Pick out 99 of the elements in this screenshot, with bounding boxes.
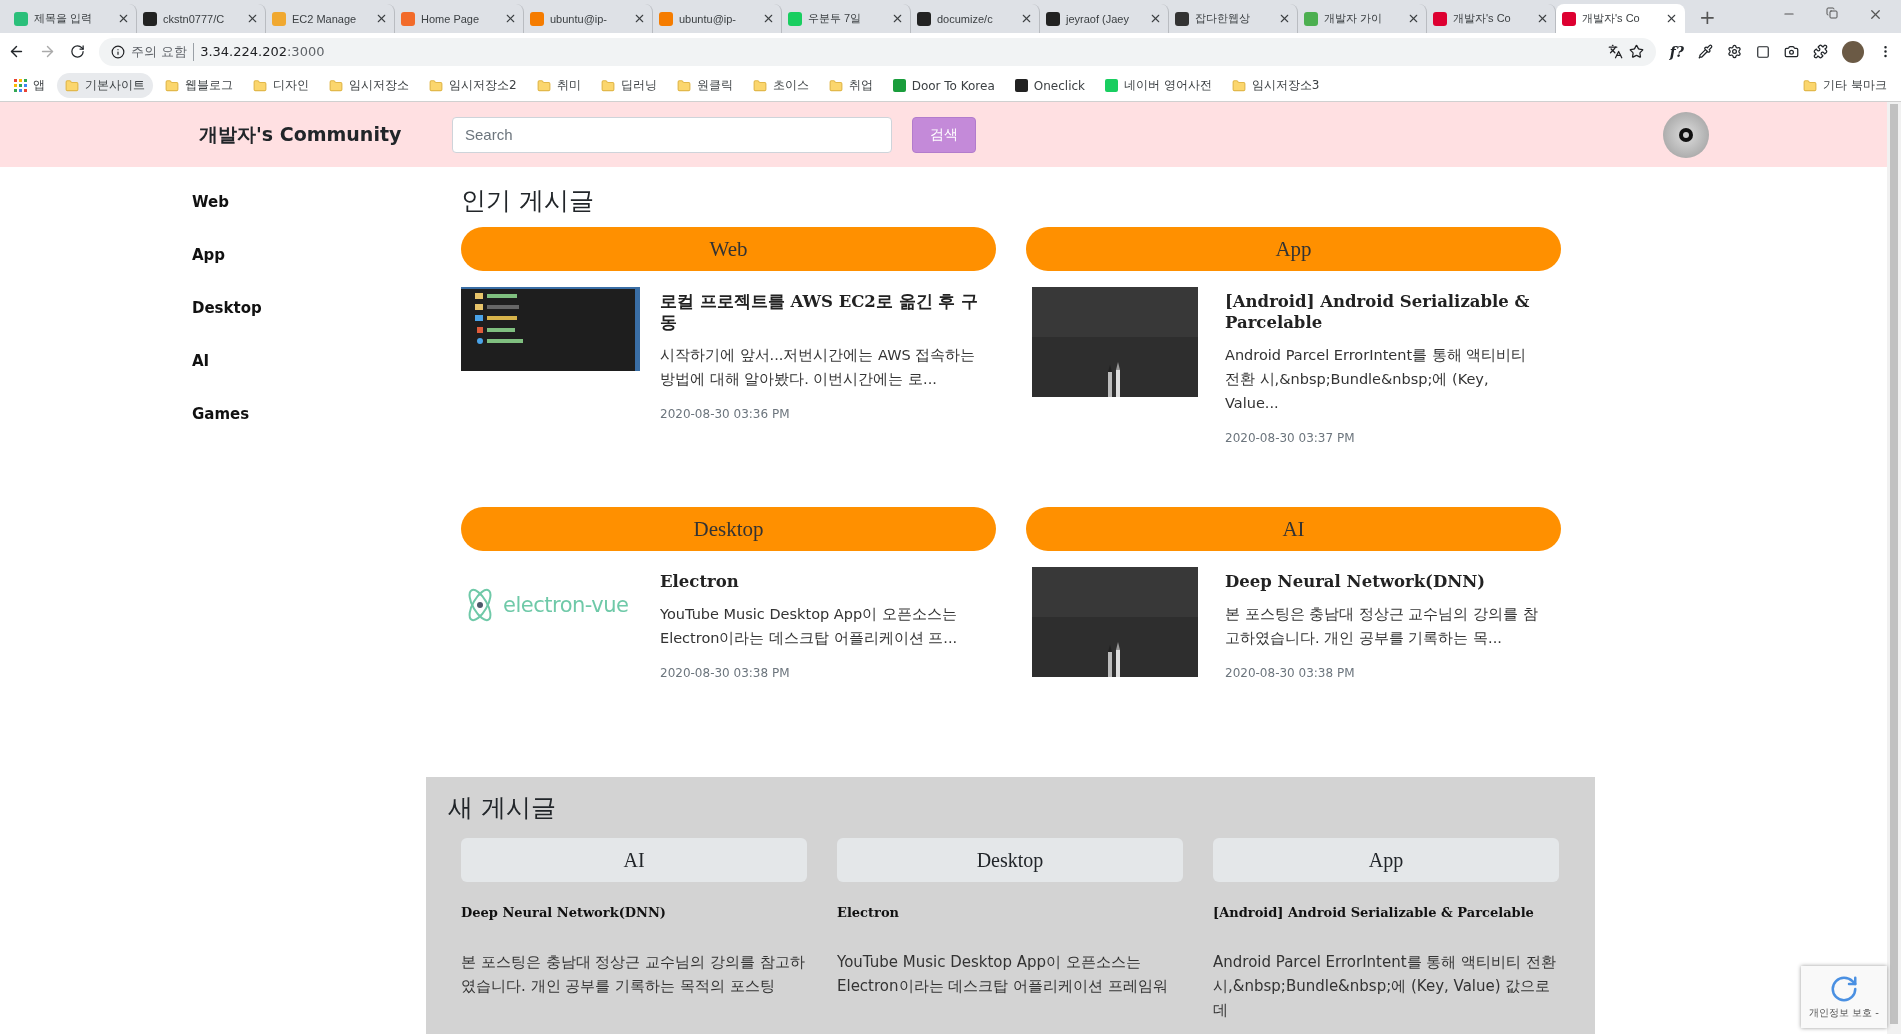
info-icon — [111, 44, 125, 59]
address-bar[interactable]: 주의 요함 3.34.224.202:3000 — [99, 37, 1656, 66]
apps-icon — [14, 79, 27, 92]
bookmark[interactable]: 딥러닝 — [592, 73, 665, 98]
post-title[interactable]: [Android] Android Serializable & Parcelable — [1225, 291, 1545, 333]
restore-icon[interactable] — [1826, 7, 1838, 19]
close-icon[interactable] — [1868, 7, 1883, 22]
camera-icon[interactable] — [1784, 44, 1799, 59]
post-title[interactable]: Deep Neural Network(DNN) — [1225, 571, 1545, 592]
category-header: Web — [461, 227, 996, 271]
star-icon[interactable] — [1628, 44, 1644, 59]
extension-button[interactable]: f? — [1669, 43, 1684, 60]
folder-icon — [1803, 78, 1818, 93]
folder-icon — [165, 78, 179, 93]
bookmark[interactable]: 앱 — [6, 73, 53, 98]
bookmark[interactable]: 초이스 — [744, 73, 817, 98]
folder-icon — [600, 78, 615, 93]
category-header: AI — [1026, 507, 1561, 551]
bookmark[interactable]: 취업 — [820, 73, 881, 98]
post-title[interactable]: Electron — [660, 571, 980, 592]
sidebar-item[interactable]: Desktop — [192, 299, 454, 317]
bookmark[interactable]: 네이버 영어사전 — [1097, 73, 1220, 98]
post-date: 2020-08-30 03:38 PM — [660, 666, 791, 680]
post-title[interactable]: 로컬 프로젝트를 AWS EC2로 옮긴 후 구동 — [660, 291, 980, 333]
category-header: App — [1213, 838, 1559, 882]
post-excerpt: YouTube Music Desktop App이 오픈소스는 Electron이라는 데스크탑 어플리케이션 프... — [660, 605, 959, 648]
close-icon[interactable] — [1536, 12, 1549, 25]
site-title[interactable]: 개발자's Community — [0, 121, 452, 148]
folder-icon — [752, 78, 767, 93]
bookmark[interactable]: 임시저장소2 — [421, 73, 525, 98]
translate-icon[interactable] — [1607, 44, 1623, 59]
sidebar-item[interactable]: AI — [192, 352, 454, 370]
search-field[interactable]: Search — [452, 116, 892, 153]
section-title: 인기 게시글 — [461, 185, 595, 217]
bookmark[interactable]: 기본사이트 — [57, 73, 153, 98]
user-avatar[interactable] — [1663, 111, 1709, 158]
post-title[interactable]: Electron — [837, 904, 1183, 922]
bookmark[interactable]: Door To Korea — [884, 74, 1003, 97]
bookmark[interactable]: 디자인 — [245, 73, 317, 98]
bookmark[interactable]: 웹블로그 — [157, 73, 241, 98]
bookmark[interactable]: 임시저장소3 — [1223, 73, 1328, 98]
bookmark[interactable]: 취미 — [528, 73, 589, 98]
post-date: 2020-08-30 03:38 PM — [1225, 666, 1356, 680]
close-icon[interactable] — [117, 12, 130, 25]
post-excerpt: 시작하기에 앞서...저번시간에는 AWS 접속하는 방법에 대해 알아봤다. 이번시간에는 로... — [660, 346, 977, 389]
post-excerpt: Android Parcel ErrorIntent를 통해 액티비티 전환 시,&nbsp;Bundle&nbsp;에 (Key, Value) 값으로 데 — [1213, 952, 1557, 1021]
folder-icon — [536, 78, 551, 93]
back-icon[interactable] — [8, 43, 25, 60]
close-icon[interactable] — [633, 12, 646, 25]
bookmark[interactable]: Oneclick — [1006, 74, 1094, 97]
close-icon[interactable] — [1278, 12, 1291, 25]
post-title[interactable]: [Android] Android Serializable & Parcelable — [1213, 904, 1559, 922]
folder-icon — [429, 78, 443, 93]
folder-icon — [828, 78, 843, 93]
close-icon[interactable] — [1407, 12, 1420, 25]
sidebar-item[interactable]: App — [192, 246, 454, 264]
post-excerpt: Android Parcel ErrorIntent를 통해 액티비티 전환 시,&nbsp;Bundle&nbsp;에 (Key, Value... — [1225, 346, 1528, 413]
bookmark[interactable]: 원클릭 — [668, 73, 741, 98]
post-excerpt: YouTube Music Desktop App이 오픈소스는 Electron이라는 데스크탑 어플리케이션 프레임워 — [837, 952, 1169, 997]
sidebar-item[interactable]: Web — [192, 193, 454, 211]
post-excerpt: 본 포스팅은 충남대 정상근 교수님의 강의를 참고하였습니다. 개인 공부를 기록하는 목적의 포스팅 — [461, 952, 806, 997]
puzzle-icon[interactable] — [1813, 44, 1828, 59]
bookmark[interactable]: 임시저장소 — [321, 73, 417, 98]
other-bookmarks[interactable]: 기타 북마크 — [1795, 73, 1895, 98]
close-icon[interactable] — [762, 12, 775, 25]
recaptcha-icon — [1829, 974, 1859, 1004]
post-date: 2020-08-30 03:36 PM — [660, 407, 791, 421]
category-header: AI — [461, 838, 807, 882]
close-icon[interactable] — [1020, 12, 1033, 25]
folder-icon — [1231, 78, 1246, 93]
profile-avatar[interactable] — [1842, 40, 1864, 63]
scrollbar[interactable] — [1887, 102, 1901, 1034]
sidebar-item[interactable]: Games — [192, 405, 454, 423]
post-excerpt: 본 포스팅은 충남대 정상근 교수님의 강의를 참고하였습니다. 개인 공부를 기록하는 목... — [1225, 605, 1539, 648]
close-icon[interactable] — [891, 12, 904, 25]
gear-icon[interactable] — [1727, 44, 1742, 59]
privacy-link[interactable]: 개인정보 보호 - — [1809, 1006, 1879, 1020]
close-icon[interactable] — [246, 12, 259, 25]
logo-text: electron-vue — [503, 593, 629, 617]
folder-icon — [676, 78, 691, 93]
category-header: App — [1026, 227, 1561, 271]
eyedropper-icon[interactable] — [1698, 44, 1713, 59]
category-header: Desktop — [837, 838, 1183, 882]
folder-icon — [65, 78, 79, 93]
section-title: 새 게시글 — [448, 792, 557, 824]
post-title[interactable]: Deep Neural Network(DNN) — [461, 904, 807, 922]
close-icon[interactable] — [1665, 12, 1678, 25]
scrollbar-thumb[interactable] — [1890, 104, 1898, 1024]
new-tab-button[interactable]: + — [1685, 4, 1730, 33]
post-date: 2020-08-30 03:37 PM — [1225, 431, 1356, 445]
close-icon[interactable] — [504, 12, 517, 25]
close-icon[interactable] — [1149, 12, 1162, 25]
folder-icon — [253, 78, 267, 93]
reload-icon[interactable] — [70, 44, 85, 59]
browser-tab[interactable]: 개발자's Co — [1556, 4, 1685, 33]
folder-icon — [329, 78, 343, 93]
category-header: Desktop — [461, 507, 996, 551]
close-icon[interactable] — [375, 12, 388, 25]
recaptcha-badge[interactable]: 개인정보 보호 - — [1801, 966, 1887, 1028]
